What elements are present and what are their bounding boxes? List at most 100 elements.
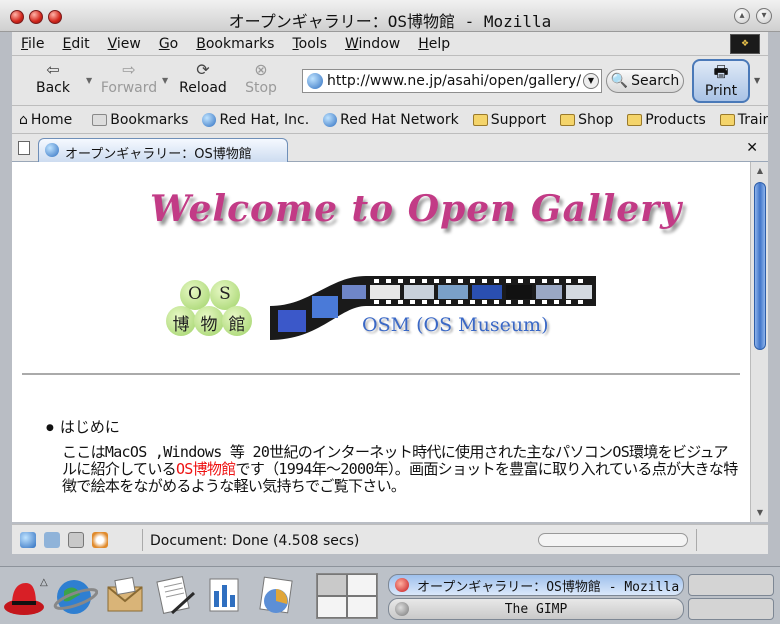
stop-button[interactable]: ⊗ Stop xyxy=(228,60,294,96)
gimp-task-icon xyxy=(395,602,409,616)
logo-kanji: 館 xyxy=(228,315,246,335)
bookmark-home[interactable]: ⌂ Home xyxy=(12,112,79,128)
back-arrow-icon: ⇦ xyxy=(46,60,60,79)
page-content: Welcome to Open Gallery O S 博 物 館 OSM (O… xyxy=(12,162,750,522)
workspace-1[interactable] xyxy=(317,574,347,596)
intro-heading: はじめに xyxy=(46,416,120,437)
component-bar xyxy=(20,532,108,548)
chat-icon[interactable] xyxy=(92,532,108,548)
bookmarks-icon xyxy=(92,113,108,126)
link-globe-icon xyxy=(323,112,338,127)
folder-icon xyxy=(472,113,488,126)
folder-icon xyxy=(560,113,576,126)
vertical-scrollbar[interactable]: ▲ ▼ xyxy=(750,162,768,522)
search-button[interactable]: 🔍 Search xyxy=(606,69,684,93)
bookmark-folder-products[interactable]: Products xyxy=(620,112,712,128)
os-museum-logo: O S 博 物 館 xyxy=(166,280,252,340)
task-label: オープンギャラリー：OS博物館 - Mozilla xyxy=(417,579,680,595)
navigator-icon[interactable] xyxy=(20,532,36,548)
task-mozilla[interactable]: オープンギャラリー：OS博物館 - Mozilla xyxy=(388,574,684,596)
personal-toolbar: ⌂ Home Bookmarks Red Hat, Inc. Red Hat N… xyxy=(12,106,768,134)
folder-icon xyxy=(719,113,735,126)
menu-view[interactable]: View xyxy=(99,36,150,52)
composer-icon[interactable] xyxy=(68,532,84,548)
menu-icon[interactable]: ▾ xyxy=(756,8,772,24)
task-empty-2[interactable] xyxy=(688,598,774,620)
bookmark-folder-training[interactable]: Training xyxy=(713,112,768,128)
status-text: Document: Done (4.508 secs) xyxy=(150,533,360,549)
mail-icon[interactable] xyxy=(44,532,60,548)
reload-button[interactable]: ⟳ Reload xyxy=(170,60,236,96)
back-button[interactable]: ⇦ Back xyxy=(20,60,86,96)
task-empty-1[interactable] xyxy=(688,574,774,596)
welcome-banner: Welcome to Open Gallery xyxy=(150,188,683,230)
new-tab-icon[interactable] xyxy=(18,141,30,155)
stop-label: Stop xyxy=(245,80,277,96)
back-label: Back xyxy=(36,80,70,96)
print-options-caret-icon[interactable]: ▼ xyxy=(754,76,760,85)
workspace-2[interactable] xyxy=(347,574,377,596)
navigation-toolbar: ⇦ Back ▼ ⇨ Forward ▼ ⟳ Reload ⊗ Stop ▼ 🔍… xyxy=(12,56,768,106)
menu-go[interactable]: Go xyxy=(150,36,187,52)
redhat-menu-icon[interactable]: △ xyxy=(2,573,48,619)
writer-launcher-icon[interactable] xyxy=(152,573,198,619)
bookmark-label: Shop xyxy=(578,111,614,128)
mozilla-task-icon xyxy=(395,578,409,592)
bookmark-redhat-network[interactable]: Red Hat Network xyxy=(316,112,466,128)
workspace-3[interactable] xyxy=(317,596,347,618)
url-history-dropdown-icon[interactable]: ▼ xyxy=(583,73,599,89)
tab-label: オープンギャラリー：OS博物館 xyxy=(65,147,252,162)
print-button[interactable]: 🖶 Print xyxy=(692,59,750,103)
tab-open-gallery[interactable]: オープンギャラリー：OS博物館 xyxy=(38,138,288,162)
bookmarks-menu-label: Bookmarks xyxy=(110,111,189,128)
logo-letter: S xyxy=(219,284,231,304)
logo-kanji: 博 xyxy=(172,315,190,335)
window-titlebar[interactable]: オープンギャラリー：OS博物館 - Mozilla ▴ ▾ xyxy=(0,0,780,32)
scrollbar-thumb[interactable] xyxy=(754,182,766,350)
reload-label: Reload xyxy=(179,80,227,96)
bookmark-label: Training xyxy=(737,111,768,128)
horizontal-rule xyxy=(22,373,740,375)
menu-help[interactable]: Help xyxy=(409,36,459,52)
close-tab-icon[interactable]: ✕ xyxy=(746,140,758,156)
menu-file[interactable]: File xyxy=(12,36,53,52)
task-gimp[interactable]: The GIMP xyxy=(388,598,684,620)
workspace-4[interactable] xyxy=(347,596,377,618)
menu-tools[interactable]: Tools xyxy=(283,36,336,52)
tab-site-icon xyxy=(45,143,59,157)
printer-icon: 🖶 xyxy=(713,62,729,81)
folder-icon xyxy=(627,113,643,126)
menu-window[interactable]: Window xyxy=(336,36,409,52)
reload-icon: ⟳ xyxy=(196,60,210,79)
bookmark-folder-shop[interactable]: Shop xyxy=(553,112,620,128)
menu-bookmarks[interactable]: Bookmarks xyxy=(187,36,283,52)
shade-icon[interactable]: ▴ xyxy=(734,8,750,24)
forward-arrow-icon: ⇨ xyxy=(122,60,136,79)
tab-bar: オープンギャラリー：OS博物館 ✕ xyxy=(12,134,768,162)
email-launcher-icon[interactable] xyxy=(102,573,148,619)
web-browser-launcher-icon[interactable] xyxy=(52,573,98,619)
scroll-down-icon[interactable]: ▼ xyxy=(753,506,767,520)
url-input[interactable] xyxy=(327,73,582,89)
forward-history-caret-icon[interactable]: ▼ xyxy=(162,76,168,85)
calc-launcher-icon[interactable] xyxy=(252,573,298,619)
intro-paragraph: ここはMacOS ,Windows 等 20世紀のインターネット時代に使用された… xyxy=(62,444,738,495)
desktop-panel: △ オープンギャラリー：OS博物館 - Mozilla The GIMP xyxy=(0,566,780,624)
impress-launcher-icon[interactable] xyxy=(202,573,248,619)
url-bar[interactable]: ▼ xyxy=(302,69,602,93)
os-museum-link[interactable]: OS博物館 xyxy=(176,460,236,478)
menubar: File Edit View Go Bookmarks Tools Window… xyxy=(12,32,768,56)
workspace-pager[interactable] xyxy=(316,573,378,619)
bookmarks-menu[interactable]: Bookmarks xyxy=(85,112,195,128)
scroll-up-icon[interactable]: ▲ xyxy=(753,164,767,178)
search-icon: 🔍 xyxy=(610,73,629,89)
os-museum-caption: OSM (OS Museum) xyxy=(362,314,549,336)
bookmark-folder-support[interactable]: Support xyxy=(466,112,553,128)
bookmark-redhat-inc[interactable]: Red Hat, Inc. xyxy=(195,112,316,128)
menu-edit[interactable]: Edit xyxy=(53,36,98,52)
mozilla-throbber-icon[interactable]: ❖ xyxy=(730,34,760,54)
progress-bar xyxy=(538,533,688,547)
back-history-caret-icon[interactable]: ▼ xyxy=(86,76,92,85)
home-icon: ⌂ xyxy=(19,111,28,128)
forward-button[interactable]: ⇨ Forward xyxy=(96,60,162,96)
